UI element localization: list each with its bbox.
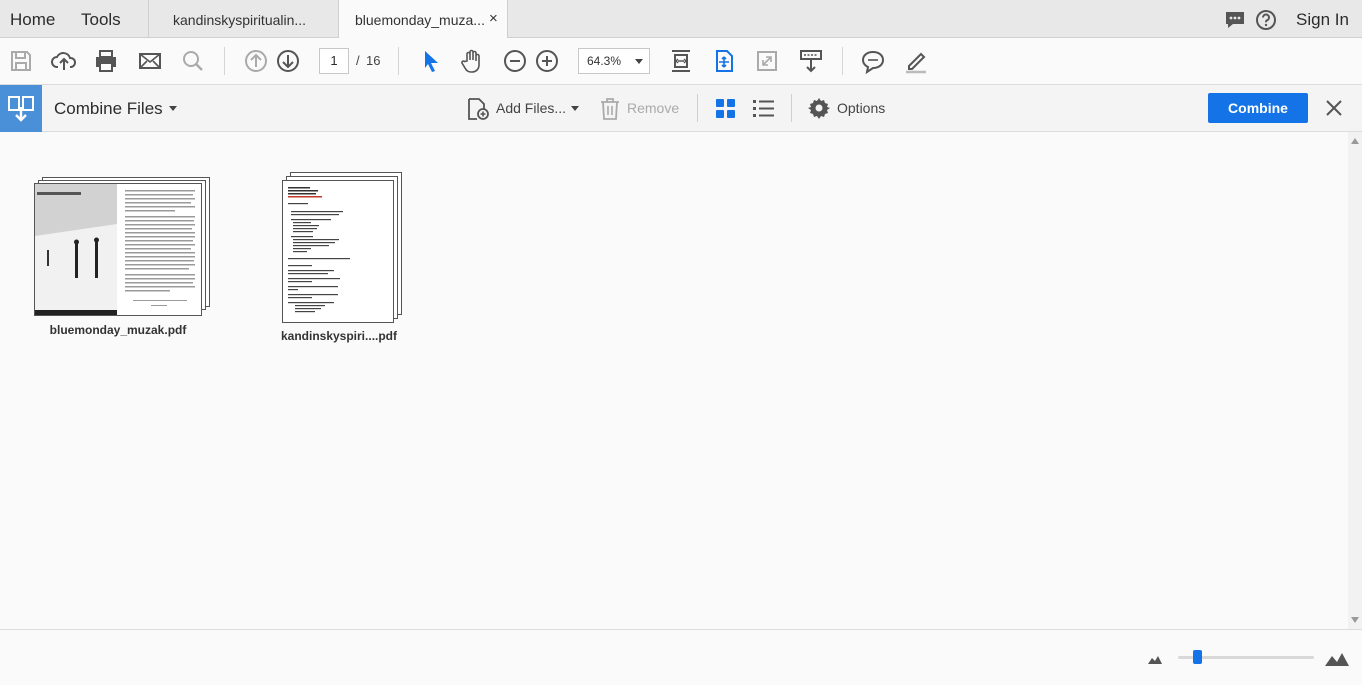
title-dropdown-icon[interactable] xyxy=(169,106,177,111)
page-total: 16 xyxy=(366,53,381,68)
file-card-kandinsky[interactable] xyxy=(282,172,404,324)
pdf-thumbnail xyxy=(34,183,202,316)
help-icon[interactable] xyxy=(1255,9,1277,31)
thumbnail-size-slider[interactable] xyxy=(1178,650,1314,664)
add-file-icon[interactable] xyxy=(465,96,491,122)
read-mode-icon[interactable] xyxy=(798,48,824,74)
full-screen-icon[interactable] xyxy=(754,48,780,74)
file-name: bluemonday_muzak.pdf xyxy=(49,323,187,337)
toolbar-divider xyxy=(842,47,843,75)
upload-cloud-icon[interactable] xyxy=(51,48,77,74)
pdf-thumbnail xyxy=(282,180,394,323)
email-icon[interactable] xyxy=(137,48,163,74)
remove-button[interactable]: Remove xyxy=(627,100,679,116)
tab-label: kandinskyspiritualin... xyxy=(173,12,307,28)
gear-icon[interactable] xyxy=(808,97,830,119)
files-workspace: bluemonday_muzak.pdf kandinskyspiri....p… xyxy=(0,132,1362,629)
mountain-large-icon[interactable] xyxy=(1325,650,1349,666)
thumbnail-view-icon[interactable] xyxy=(716,99,735,118)
toolbar: 1 / 16 64.3% xyxy=(0,38,1362,85)
scroll-up-icon[interactable] xyxy=(1351,138,1359,144)
combine-files-title[interactable]: Combine Files xyxy=(54,99,163,119)
file-card-bluemonday[interactable] xyxy=(34,177,214,317)
file-name: kandinskyspiri....pdf xyxy=(280,329,398,343)
combine-files-bar: Combine Files Add Files... Remove Option… xyxy=(0,85,1362,132)
thumbnail-graphic xyxy=(288,187,350,313)
close-icon[interactable] xyxy=(1325,99,1343,117)
chevron-down-icon xyxy=(635,59,643,64)
tab-close-icon[interactable]: × xyxy=(489,10,498,27)
trash-icon xyxy=(598,96,622,122)
menu-tools[interactable]: Tools xyxy=(81,10,121,30)
comment-icon[interactable] xyxy=(860,48,886,74)
zoom-out-icon[interactable] xyxy=(502,48,528,74)
combine-bar-divider xyxy=(697,94,698,122)
next-page-icon[interactable] xyxy=(275,48,301,74)
list-view-icon[interactable] xyxy=(753,99,774,118)
page-number-input[interactable]: 1 xyxy=(319,48,349,74)
fit-page-icon[interactable] xyxy=(668,48,694,74)
search-icon[interactable] xyxy=(180,48,206,74)
menu-home[interactable]: Home xyxy=(10,10,55,30)
select-pointer-icon[interactable] xyxy=(418,48,444,74)
thumbnail-graphic xyxy=(35,184,195,315)
toolbar-divider xyxy=(398,47,399,75)
highlight-pen-icon[interactable] xyxy=(903,48,929,74)
zoom-in-icon[interactable] xyxy=(534,48,560,74)
mountain-small-icon[interactable] xyxy=(1148,654,1162,664)
menu-bar: Home Tools kandinskyspiritualin... bluem… xyxy=(0,0,1362,39)
page-separator: / xyxy=(356,53,360,68)
tab-kandinsky[interactable]: kandinskyspiritualin... xyxy=(148,0,338,38)
options-button[interactable]: Options xyxy=(837,100,885,116)
rotate-view-icon[interactable] xyxy=(711,48,737,74)
slider-thumb[interactable] xyxy=(1193,650,1202,664)
toolbar-divider xyxy=(224,47,225,75)
add-files-dropdown-icon[interactable] xyxy=(571,106,579,111)
vertical-scrollbar[interactable] xyxy=(1348,132,1362,629)
print-icon[interactable] xyxy=(93,48,119,74)
combine-tool-icon[interactable] xyxy=(0,85,42,132)
tab-label: bluemonday_muza... xyxy=(355,12,485,28)
chat-icon[interactable] xyxy=(1224,9,1246,31)
zoom-select[interactable]: 64.3% xyxy=(578,48,650,74)
zoom-value: 64.3% xyxy=(587,54,622,68)
combine-button[interactable]: Combine xyxy=(1208,93,1308,123)
tab-bluemonday[interactable]: bluemonday_muza... × xyxy=(338,0,508,39)
save-icon[interactable] xyxy=(8,48,34,74)
previous-page-icon[interactable] xyxy=(243,48,269,74)
footer-bar xyxy=(0,629,1362,685)
scroll-down-icon[interactable] xyxy=(1351,617,1359,623)
sign-in-link[interactable]: Sign In xyxy=(1296,10,1349,30)
hand-tool-icon[interactable] xyxy=(459,48,485,74)
add-files-button[interactable]: Add Files... xyxy=(496,100,566,116)
combine-bar-divider xyxy=(791,94,792,122)
